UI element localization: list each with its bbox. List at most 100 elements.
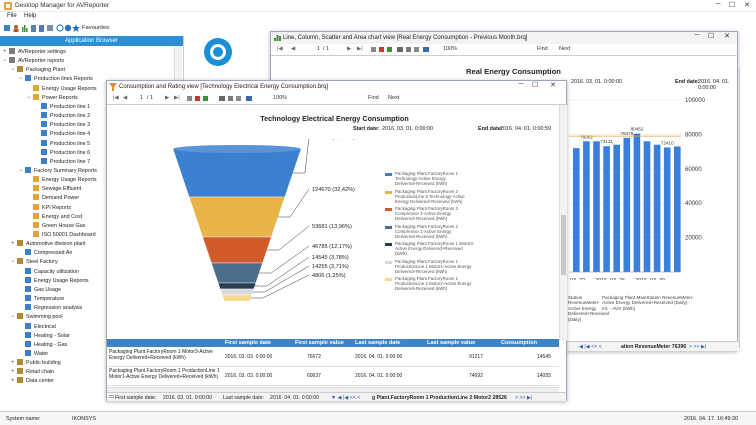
folder-icon [25, 267, 31, 274]
front-toolbar-icons[interactable] [187, 95, 259, 102]
sidebar-item[interactable]: Production line 4 [35, 130, 90, 139]
sidebar-item[interactable]: Capacity utilization [19, 267, 79, 277]
sidebar-item-label: Production line 3 [50, 122, 91, 129]
prev-page-button[interactable]: ◀ [291, 46, 295, 52]
front-close-button[interactable]: ✕ [547, 81, 559, 89]
zoom-select[interactable]: 100% [273, 95, 287, 101]
sidebar-item[interactable]: Energy and Cost [27, 212, 82, 222]
last-sample-label: Last sample date: [223, 394, 264, 401]
sidebar-item[interactable]: Sewage Effluent [27, 185, 81, 194]
menu-help[interactable]: Help [24, 13, 36, 19]
sidebar-item[interactable]: + Automotive division plant [11, 240, 86, 249]
front-maximize-button[interactable]: ☐ [529, 81, 541, 89]
next-page-button[interactable]: ▶ [165, 95, 169, 101]
toolbar-icons[interactable] [4, 24, 80, 32]
sidebar-item-label: Data center [26, 378, 54, 385]
back-window-titlebar[interactable]: Line, Column, Scatter and Area chart vie… [271, 32, 737, 44]
next-link[interactable]: Next [559, 46, 570, 52]
first-sample-label: First sample date: [115, 394, 157, 401]
back-status-nav-right[interactable]: > >> ▶| [689, 344, 706, 350]
column-header[interactable]: Consumption [501, 340, 537, 346]
sidebar-item[interactable]: Production line 1 [35, 102, 90, 112]
sidebar-item[interactable]: − Packaging Plant [11, 66, 65, 75]
sidebar-item[interactable]: ISO 50001 Dashboard [27, 231, 96, 240]
sidebar-item[interactable]: Production line 2 [35, 112, 90, 121]
back-close-button[interactable]: ✕ [721, 32, 733, 40]
menu-bar: File Help [0, 12, 756, 21]
sidebar-item[interactable]: Production line 6 [35, 148, 90, 158]
column-header[interactable]: Last sample date [355, 340, 400, 346]
sidebar-item[interactable]: Regression analysis [19, 304, 82, 313]
first-page-button[interactable]: |◀ [277, 46, 283, 52]
first-page-button[interactable]: |◀ [113, 95, 119, 101]
minimize-button[interactable]: ─ [712, 1, 724, 8]
prev-page-button[interactable]: ◀ [123, 95, 127, 101]
consumption-rating-window[interactable]: Consumption and Rating view [Technology … [106, 80, 568, 401]
page-number-input[interactable]: 1 [317, 46, 320, 52]
sidebar-item[interactable]: Production line 7 [35, 157, 90, 167]
next-page-button[interactable]: ▶ [347, 46, 351, 52]
next-link[interactable]: Next [388, 95, 399, 101]
status-nav-left[interactable]: ▼ ◀ |◀ << < [331, 395, 360, 401]
folder-icon [41, 102, 47, 109]
sidebar-item[interactable]: + AVReporter settings [3, 48, 66, 57]
bar [583, 141, 590, 272]
front-minimize-button[interactable]: ─ [515, 81, 527, 88]
zoom-select[interactable]: 100% [443, 46, 457, 52]
sidebar-item[interactable]: Electrical [19, 322, 56, 332]
sidebar-item[interactable]: Green House Gas [27, 221, 85, 231]
close-button[interactable]: ✕ [741, 1, 753, 9]
sidebar-item[interactable]: − Power Reports [27, 93, 78, 103]
sidebar-item[interactable]: Heating - Gas [19, 340, 67, 350]
find-link[interactable]: Find [537, 46, 548, 52]
last-page-button[interactable]: ▶| [357, 46, 363, 52]
sidebar-item[interactable]: KPI Reports [27, 203, 71, 213]
sidebar-item[interactable]: Compressed Air [19, 249, 72, 258]
sidebar-item[interactable]: + Retail chain [11, 368, 54, 377]
back-maximize-button[interactable]: ☐ [705, 32, 717, 40]
back-toolbar-icons[interactable] [371, 46, 433, 53]
sidebar-item[interactable]: + Public building [11, 359, 61, 368]
table-row[interactable]: Packaging Plant.FactoryRoom 1 Motor3-Act… [107, 349, 559, 367]
sidebar-item[interactable]: − Steel Factory [11, 258, 58, 267]
back-icon [371, 47, 376, 52]
sidebar-item[interactable]: − Factory Summary Reports [19, 166, 97, 176]
sidebar-item[interactable]: + Data center [11, 377, 54, 386]
column-header[interactable]: First sample date [225, 340, 271, 346]
status-nav-right[interactable]: > >> ▶| [515, 395, 532, 401]
column-header[interactable]: First sample value [295, 340, 344, 346]
table-cell: 14545 [537, 354, 551, 360]
funnel-segment [172, 148, 302, 198]
maximize-button[interactable]: ☐ [726, 1, 738, 9]
sidebar-item[interactable]: Temperature [19, 295, 64, 304]
sidebar-item[interactable]: − AVReporter reports [3, 57, 64, 66]
menu-file[interactable]: File [7, 13, 17, 19]
sidebar-item[interactable]: Water [19, 349, 48, 359]
table-row[interactable]: Packaging Plant.FactoryRoom 1 Production… [107, 368, 559, 386]
export-icon [246, 96, 252, 101]
sidebar-item[interactable]: Production line 3 [35, 121, 90, 130]
find-link[interactable]: Find [368, 95, 379, 101]
last-page-button[interactable]: ▶| [174, 95, 180, 101]
back-status-nav[interactable]: ◀ |◀ << < [579, 344, 602, 350]
sidebar-item[interactable]: Demand Power [27, 194, 79, 203]
legend-entry: Packaging Plant.FactoryRoom 1 Production… [395, 276, 472, 291]
column-header[interactable]: Last sample value [427, 340, 475, 346]
front-vertical-scrollbar[interactable] [559, 105, 567, 341]
front-window-titlebar[interactable]: Consumption and Rating view [Technology … [107, 81, 566, 93]
bar-value-label: 76002 [580, 134, 593, 139]
sidebar-item[interactable]: Gas Usage [19, 285, 61, 295]
sidebar-item-label: Public building [26, 360, 61, 367]
sidebar-item[interactable]: Energy Usage Reports [27, 84, 97, 94]
sidebar-item-label: Factory Summary Reports [34, 167, 97, 174]
sidebar-item[interactable]: − Swimming pool [11, 313, 63, 322]
back-minimize-button[interactable]: ─ [691, 32, 703, 39]
star-icon [72, 24, 80, 32]
sidebar-item[interactable]: Production line 5 [35, 139, 90, 149]
sidebar-item[interactable]: Heating - Solar [19, 331, 70, 341]
sidebar-item[interactable]: Energy Usage Reports [27, 176, 97, 185]
sidebar-item[interactable]: − Production lines Reports [19, 75, 93, 84]
sidebar-item[interactable]: Energy Usage Reports [19, 276, 89, 286]
system-name-label: System name: [6, 416, 41, 422]
page-number-input[interactable]: 1 [140, 95, 143, 101]
